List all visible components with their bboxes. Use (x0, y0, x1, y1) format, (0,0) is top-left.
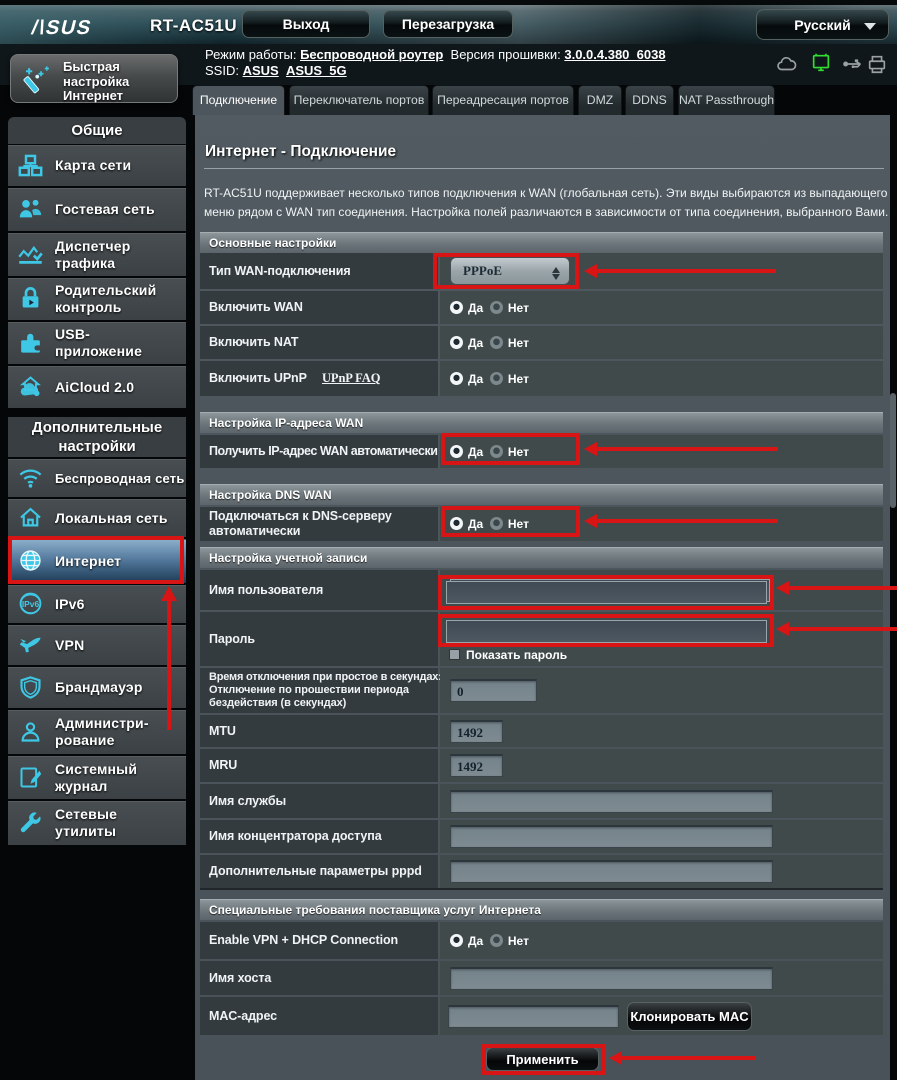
svg-text:/\SUS: /\SUS (29, 17, 94, 38)
svg-text:IPv6: IPv6 (22, 599, 40, 609)
